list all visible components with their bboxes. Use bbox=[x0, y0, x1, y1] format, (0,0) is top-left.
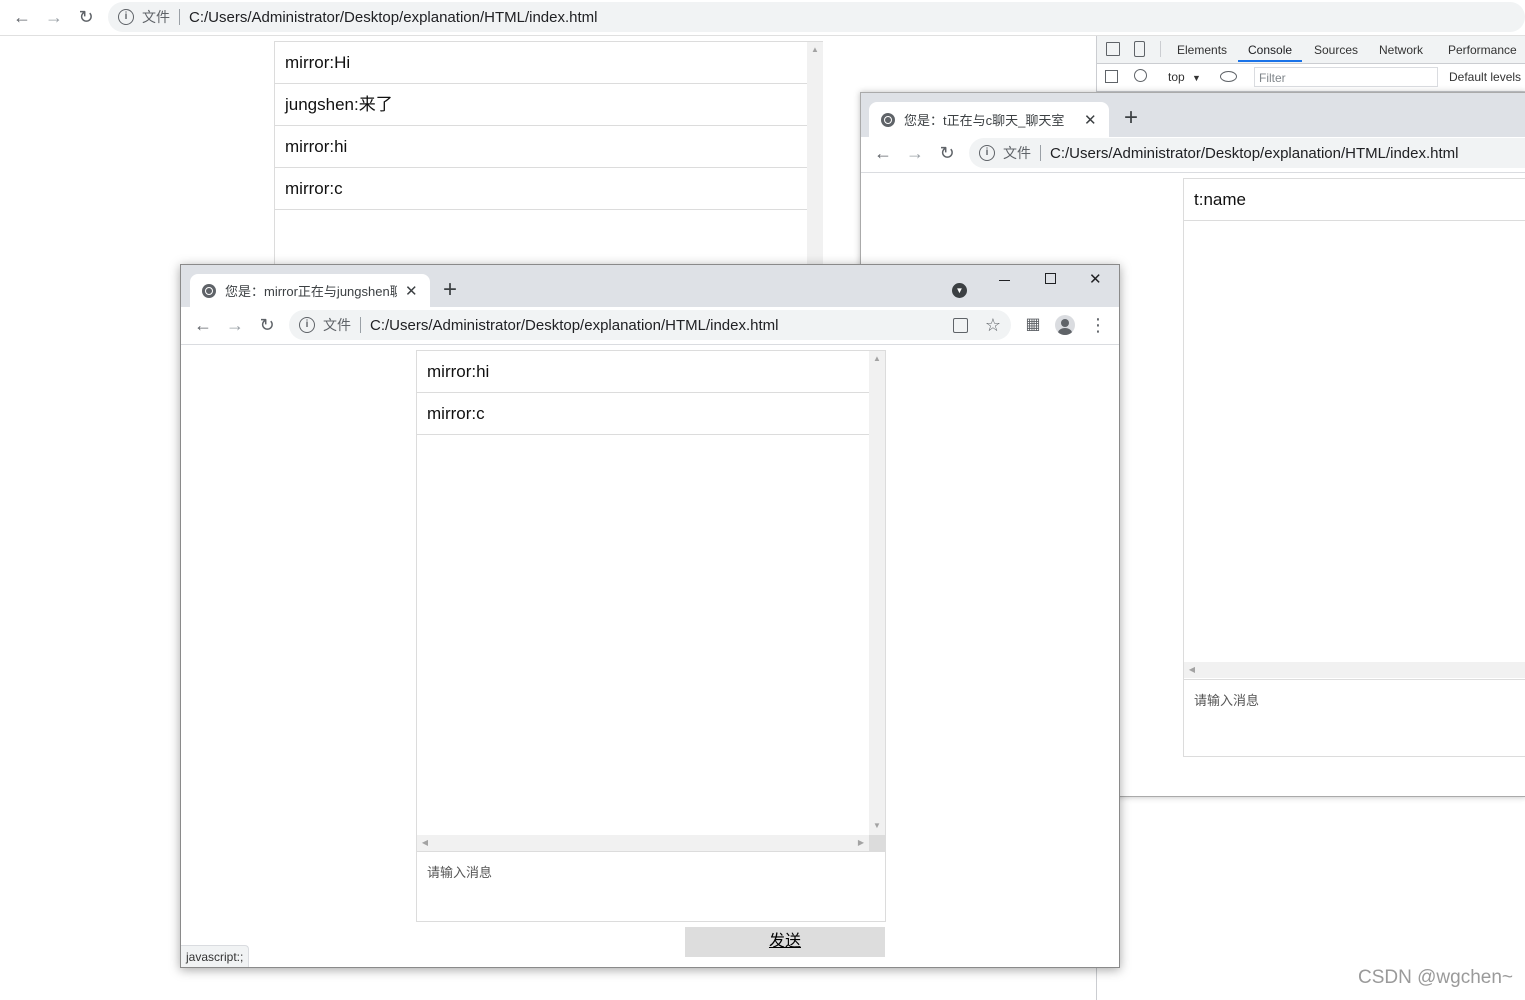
list-item: t:name bbox=[1184, 179, 1525, 221]
tab-search-icon[interactable]: ▼ bbox=[952, 283, 967, 298]
tab-title: 您是：t正在与c聊天_聊天室 bbox=[904, 113, 1065, 128]
devtools-tab-console[interactable]: Console bbox=[1248, 43, 1292, 57]
separator bbox=[1040, 145, 1041, 161]
file-label: 文件 bbox=[142, 9, 170, 25]
filter-placeholder: Filter bbox=[1259, 71, 1286, 85]
middle-tab[interactable]: 您是：t正在与c聊天_聊天室 ✕ bbox=[869, 102, 1109, 137]
new-tab-icon[interactable]: + bbox=[1124, 106, 1138, 130]
list-item: jungshen:来了 bbox=[275, 84, 823, 126]
chat-message-list[interactable]: mirror:Hi jungshen:来了 mirror:hi mirror:c… bbox=[274, 41, 823, 266]
globe-icon bbox=[202, 283, 216, 298]
reload-icon[interactable]: ↻ bbox=[74, 5, 98, 29]
front-browser-window: 您是：mirror正在与jungshen聊天_聊天室 ✕ + ▼ ✕ ← → ↻… bbox=[180, 264, 1120, 968]
devtools-tab-sources[interactable]: Sources bbox=[1314, 43, 1358, 57]
list-item: mirror:c bbox=[417, 393, 869, 435]
forward-icon[interactable]: → bbox=[223, 313, 247, 337]
device-toolbar-icon[interactable] bbox=[1134, 41, 1145, 57]
forward-icon[interactable]: → bbox=[903, 141, 927, 165]
message-input[interactable]: 请输入消息 bbox=[416, 851, 886, 922]
address-bar[interactable]: i 文件 C:/Users/Administrator/Desktop/expl… bbox=[969, 138, 1525, 168]
toolbar-divider bbox=[181, 344, 1119, 345]
status-bar: javascript:; bbox=[181, 945, 250, 967]
file-label: 文件 bbox=[1003, 145, 1031, 161]
toolbar-divider bbox=[861, 172, 1525, 173]
new-tab-icon[interactable]: + bbox=[443, 278, 457, 302]
separator bbox=[179, 9, 180, 25]
message-input[interactable]: 请输入消息 bbox=[1183, 679, 1525, 757]
info-icon[interactable]: i bbox=[299, 317, 315, 333]
horizontal-scrollbar[interactable]: ◀ bbox=[1184, 662, 1525, 678]
scroll-left-icon[interactable]: ◀ bbox=[417, 838, 433, 847]
devtools-tab-elements[interactable]: Elements bbox=[1177, 43, 1227, 57]
file-label: 文件 bbox=[323, 317, 351, 333]
list-item: mirror:hi bbox=[417, 351, 869, 393]
devtools-tab-network[interactable]: Network bbox=[1379, 43, 1423, 57]
list-item: mirror:hi bbox=[275, 126, 823, 168]
live-expression-eye-icon[interactable] bbox=[1220, 71, 1237, 82]
back-icon[interactable]: ← bbox=[191, 313, 215, 337]
chat-message-list[interactable]: t:name ◀ bbox=[1183, 178, 1525, 680]
close-tab-icon[interactable]: ✕ bbox=[405, 282, 418, 300]
chat-message-list[interactable]: mirror:hi mirror:c ▲ ▼ ◀ ▶ bbox=[416, 350, 886, 852]
back-icon[interactable]: ← bbox=[10, 5, 34, 29]
input-placeholder: 请输入消息 bbox=[427, 865, 493, 880]
vertical-scrollbar[interactable]: ▲ bbox=[807, 42, 823, 266]
inspect-element-icon[interactable] bbox=[1106, 42, 1120, 56]
scroll-up-icon[interactable]: ▲ bbox=[869, 354, 885, 363]
forward-icon[interactable]: → bbox=[42, 5, 66, 29]
chevron-down-icon: ▼ bbox=[1192, 73, 1201, 83]
globe-icon bbox=[881, 112, 895, 127]
console-filter-input[interactable]: Filter bbox=[1254, 67, 1438, 87]
scroll-left-icon[interactable]: ◀ bbox=[1184, 665, 1200, 674]
close-tab-icon[interactable]: ✕ bbox=[1084, 111, 1097, 129]
url-text: C:/Users/Administrator/Desktop/explanati… bbox=[1050, 144, 1459, 162]
send-button[interactable]: 发送 bbox=[685, 927, 885, 957]
list-item: mirror:c bbox=[275, 168, 823, 210]
profile-avatar-icon[interactable] bbox=[1055, 315, 1075, 335]
avatar-head bbox=[1061, 319, 1069, 327]
maximize-icon[interactable] bbox=[1045, 273, 1056, 284]
context-label: top bbox=[1168, 70, 1185, 84]
address-bar[interactable]: i 文件 C:/Users/Administrator/Desktop/expl… bbox=[289, 310, 1011, 340]
horizontal-scrollbar[interactable]: ◀ ▶ bbox=[417, 835, 869, 851]
sidebar-toggle-icon[interactable] bbox=[1105, 70, 1118, 83]
extensions-puzzle-icon[interactable]: ▦ bbox=[1021, 313, 1045, 337]
scroll-down-icon[interactable]: ▼ bbox=[869, 821, 885, 830]
close-window-icon[interactable]: ✕ bbox=[1089, 270, 1102, 288]
info-icon[interactable]: i bbox=[118, 9, 134, 25]
address-bar[interactable]: i 文件 C:/Users/Administrator/Desktop/expl… bbox=[108, 2, 1525, 32]
send-label: 发送 bbox=[768, 933, 801, 950]
front-tab[interactable]: 您是：mirror正在与jungshen聊天_聊天室 ✕ bbox=[190, 274, 430, 307]
list-item: mirror:Hi bbox=[275, 42, 823, 84]
active-tab-indicator bbox=[1238, 60, 1302, 62]
reload-icon[interactable]: ↻ bbox=[935, 141, 959, 165]
vertical-scrollbar[interactable]: ▲ ▼ bbox=[869, 351, 885, 835]
scroll-right-icon[interactable]: ▶ bbox=[853, 838, 869, 847]
clear-console-icon[interactable] bbox=[1134, 69, 1147, 82]
avatar-body bbox=[1058, 328, 1072, 335]
scroll-up-icon[interactable]: ▲ bbox=[807, 45, 823, 54]
reload-icon[interactable]: ↻ bbox=[255, 313, 279, 337]
watermark: CSDN @wgchen~ bbox=[1358, 967, 1513, 988]
devtools-divider bbox=[1160, 41, 1161, 57]
input-placeholder: 请输入消息 bbox=[1194, 693, 1260, 708]
separator bbox=[360, 317, 361, 333]
bookmark-star-icon[interactable]: ☆ bbox=[981, 313, 1005, 337]
minimize-icon[interactable] bbox=[999, 280, 1010, 281]
context-selector[interactable]: top ▼ bbox=[1168, 70, 1201, 84]
log-levels-dropdown[interactable]: Default levels bbox=[1449, 70, 1521, 84]
translate-icon[interactable] bbox=[953, 318, 968, 333]
more-menu-icon[interactable]: ⋮ bbox=[1086, 313, 1110, 337]
back-icon[interactable]: ← bbox=[871, 141, 895, 165]
devtools-tab-performance[interactable]: Performance bbox=[1448, 43, 1517, 57]
info-icon[interactable]: i bbox=[979, 145, 995, 161]
url-text: C:/Users/Administrator/Desktop/explanati… bbox=[370, 316, 779, 334]
tab-title: 您是：mirror正在与jungshen聊天_聊天室 bbox=[225, 284, 397, 299]
url-text: C:/Users/Administrator/Desktop/explanati… bbox=[189, 8, 598, 26]
scrollbar-corner bbox=[869, 835, 885, 851]
